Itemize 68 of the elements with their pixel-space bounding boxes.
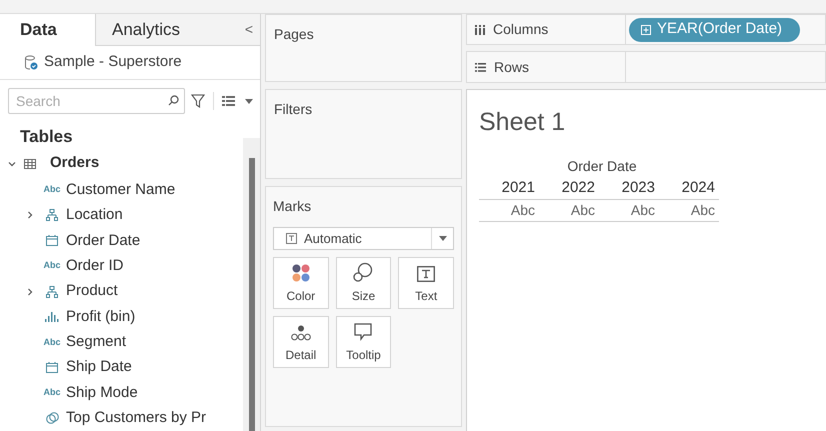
field-name[interactable]: Order Date	[66, 230, 140, 252]
circles-icon	[353, 262, 374, 282]
tables-heading: Tables	[19, 126, 74, 148]
column-header: 2021	[500, 178, 536, 198]
field-name[interactable]: Customer Name	[66, 178, 176, 202]
hierarchy-icon	[46, 209, 58, 222]
table-cell-text: Abc	[570, 201, 596, 220]
field-name[interactable]: Product	[66, 280, 118, 303]
sheet-title: Sheet 1	[479, 107, 566, 138]
chevron-right-icon[interactable]	[26, 211, 34, 220]
mark-property-button[interactable]: Size	[336, 257, 392, 309]
text-mark-icon	[286, 233, 297, 244]
string-type-icon: Abc	[43, 183, 60, 197]
string-type-icon: Abc	[43, 336, 60, 349]
calendar-icon	[46, 362, 58, 374]
field-name[interactable]: Ship Mode	[66, 382, 138, 404]
table-cell-text: Abc	[510, 201, 536, 220]
data-source-name[interactable]: Sample - Superstore	[44, 51, 182, 74]
color-dots-icon	[292, 264, 310, 282]
string-type-icon: Abc	[43, 386, 60, 400]
column-header: 2022	[560, 178, 596, 198]
shelf-title: Filters	[274, 101, 312, 117]
table-cell-text: Abc	[690, 201, 716, 220]
mark-type-dropdown[interactable]: Automatic	[273, 227, 454, 250]
column-header: 2023	[620, 178, 656, 198]
database-icon	[24, 55, 38, 70]
mark-property-button[interactable]: Detail	[273, 316, 329, 368]
calendar-icon	[46, 235, 58, 246]
mark-property-button[interactable]: Color	[273, 257, 329, 309]
pane-tab[interactable]: Analytics	[96, 14, 238, 45]
set-icon	[46, 412, 58, 425]
filter-icon[interactable]	[191, 94, 205, 108]
detail-dots-icon	[290, 325, 311, 341]
chevron-down-icon[interactable]	[8, 160, 16, 168]
mark-property-button[interactable]: Text	[398, 257, 454, 309]
field-name[interactable]: Segment	[66, 331, 126, 354]
search-field[interactable]: Search	[8, 88, 185, 114]
table-cell-text: Abc	[630, 201, 656, 220]
dropdown-caret-icon	[438, 236, 446, 241]
field-name[interactable]: Top Customers by Pr	[66, 407, 206, 430]
scrollbar-thumb[interactable]	[248, 158, 254, 431]
dropdown-caret-icon[interactable]	[245, 98, 253, 104]
expand-plus-icon	[641, 24, 651, 34]
rows-icon	[475, 62, 486, 72]
chevron-right-icon[interactable]	[26, 288, 34, 296]
text-box-icon	[417, 266, 436, 282]
bar-chart-icon	[45, 312, 59, 322]
collapse-button[interactable]: <	[238, 14, 260, 45]
mark-property-button[interactable]: Tooltip	[336, 316, 392, 368]
table-icon	[24, 158, 36, 169]
field-name[interactable]: Location	[66, 204, 123, 227]
shelf-title: Marks	[273, 197, 312, 216]
shelf-label: Rows	[494, 58, 530, 76]
list-view-icon[interactable]	[222, 96, 235, 106]
pane-tab[interactable]: Data	[0, 14, 96, 46]
search-icon	[168, 95, 179, 106]
table-name[interactable]: Orders	[50, 152, 100, 175]
speech-bubble-icon	[354, 323, 372, 341]
shelf-label: Columns	[493, 20, 548, 39]
field-name[interactable]: Ship Date	[66, 356, 132, 379]
columns-icon	[475, 24, 485, 34]
shelf-title: Pages	[274, 26, 314, 42]
hierarchy-icon	[46, 286, 58, 298]
field-name[interactable]: Profit (bin)	[66, 306, 136, 328]
field-name[interactable]: Order ID	[66, 254, 124, 278]
column-header-title: Order Date	[567, 156, 637, 176]
column-header: 2024	[680, 178, 716, 198]
string-type-icon: Abc	[43, 259, 60, 273]
